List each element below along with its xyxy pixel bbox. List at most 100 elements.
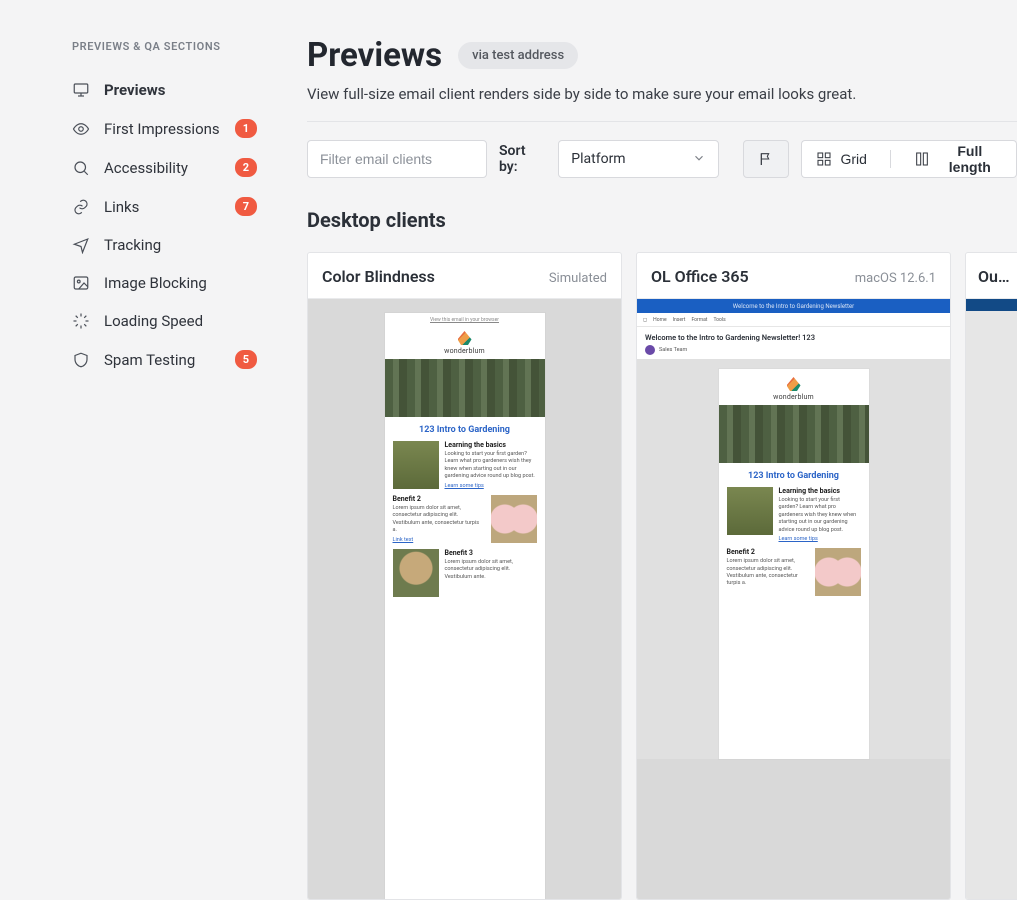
card-preview bbox=[966, 299, 1017, 899]
grid-view-label: Grid bbox=[840, 151, 866, 167]
divider bbox=[307, 121, 1017, 122]
brand-logo-icon bbox=[458, 331, 472, 345]
block-body: Lorem ipsum dolor sit amet, consectetur … bbox=[727, 558, 809, 588]
sidebar-item-label: Loading Speed bbox=[104, 312, 257, 330]
block-heading: Benefit 2 bbox=[393, 495, 485, 503]
grid-view-button[interactable]: Grid bbox=[801, 140, 880, 178]
block-body: Looking to start your first garden? Lear… bbox=[779, 497, 861, 534]
grid-icon bbox=[816, 151, 832, 167]
sidebar-item-image-blocking[interactable]: Image Blocking bbox=[72, 264, 257, 302]
email-headline: 123 Intro to Gardening bbox=[719, 463, 869, 487]
block-heading: Benefit 3 bbox=[445, 549, 537, 557]
sidebar-item-label: Spam Testing bbox=[104, 351, 221, 369]
from-name: Sales Team bbox=[659, 347, 687, 353]
preview-card-outlook-peek[interactable]: Outlo bbox=[965, 252, 1017, 900]
shield-icon bbox=[72, 351, 90, 369]
block-heading: Benefit 2 bbox=[727, 548, 809, 556]
sidebar-item-label: Tracking bbox=[104, 236, 257, 254]
block-link: Learn some tips bbox=[779, 536, 861, 542]
sidebar-item-label: Image Blocking bbox=[104, 274, 257, 292]
card-meta: Simulated bbox=[549, 271, 607, 286]
flag-icon bbox=[758, 151, 774, 167]
card-title: Outlo bbox=[978, 267, 1011, 286]
main-content: Previews via test address View full-size… bbox=[285, 0, 1017, 665]
block-body: Looking to start your first garden? Lear… bbox=[445, 451, 537, 481]
sort-label: Sort by: bbox=[499, 143, 546, 175]
monitor-icon bbox=[72, 81, 90, 99]
status-badge: 1 bbox=[235, 119, 257, 138]
hero-image bbox=[385, 359, 545, 417]
sidebar-heading: PREVIEWS & QA SECTIONS bbox=[72, 40, 257, 53]
sidebar-item-label: Links bbox=[104, 198, 221, 216]
hero-image bbox=[719, 405, 869, 463]
brand-name: wonderblum bbox=[719, 393, 869, 401]
email-render: wonderblum 123 Intro to Gardening Learni… bbox=[719, 369, 869, 759]
full-length-view-button[interactable]: Full length bbox=[900, 140, 1017, 178]
block-image bbox=[393, 549, 439, 597]
card-meta: macOS 12.6.1 bbox=[855, 271, 936, 286]
block-image bbox=[491, 495, 537, 543]
sidebar-item-label: Previews bbox=[104, 81, 257, 99]
preview-card-office-365[interactable]: OL Office 365 macOS 12.6.1 Welcome to th… bbox=[636, 252, 951, 900]
outlook-toolbar: ◻HomeInsertFormatTools bbox=[637, 313, 950, 327]
block-body: Lorem ipsum dolor sit amet, consectetur … bbox=[393, 505, 485, 535]
block-image bbox=[393, 441, 439, 489]
eye-icon bbox=[72, 120, 90, 138]
preview-card-color-blindness[interactable]: Color Blindness Simulated View this emai… bbox=[307, 252, 622, 900]
flag-button[interactable] bbox=[743, 140, 789, 178]
block-heading: Learning the basics bbox=[445, 441, 537, 449]
sidebar-item-first-impressions[interactable]: First Impressions 1 bbox=[72, 109, 257, 148]
brand-logo-icon bbox=[787, 377, 801, 391]
block-heading: Learning the basics bbox=[779, 487, 861, 495]
status-badge: 5 bbox=[235, 350, 257, 369]
sidebar: PREVIEWS & QA SECTIONS Previews First Im… bbox=[0, 0, 285, 665]
block-link: Learn some tips bbox=[445, 483, 537, 489]
preview-cards: Color Blindness Simulated View this emai… bbox=[307, 252, 1017, 900]
page-title: Previews bbox=[307, 36, 442, 75]
sidebar-item-tracking[interactable]: Tracking bbox=[72, 226, 257, 264]
controls-bar: Sort by: Platform Grid bbox=[307, 140, 1017, 178]
block-image bbox=[727, 487, 773, 535]
page-subtitle: View full-size email client renders side… bbox=[307, 85, 1017, 103]
sidebar-item-label: First Impressions bbox=[104, 120, 221, 138]
loader-icon bbox=[72, 312, 90, 330]
source-pill: via test address bbox=[458, 42, 578, 69]
image-icon bbox=[72, 274, 90, 292]
sidebar-item-accessibility[interactable]: Accessibility 2 bbox=[72, 148, 257, 187]
sidebar-item-links[interactable]: Links 7 bbox=[72, 187, 257, 226]
sidebar-item-label: Accessibility bbox=[104, 159, 221, 177]
columns-icon bbox=[914, 151, 930, 167]
preheader-link: View this email in your browser bbox=[385, 313, 545, 323]
title-row: Previews via test address bbox=[307, 36, 1017, 75]
sidebar-item-spam-testing[interactable]: Spam Testing 5 bbox=[72, 340, 257, 379]
full-length-view-label: Full length bbox=[938, 143, 1002, 175]
block-body: Lorem ipsum dolor sit amet, consectetur … bbox=[445, 559, 537, 581]
avatar bbox=[645, 345, 655, 355]
card-preview: View this email in your browser wonderbl… bbox=[308, 299, 621, 899]
navigation-icon bbox=[72, 236, 90, 254]
segment-separator bbox=[881, 140, 900, 178]
sidebar-item-loading-speed[interactable]: Loading Speed bbox=[72, 302, 257, 340]
brand-name: wonderblum bbox=[385, 347, 545, 355]
link-icon bbox=[72, 198, 90, 216]
view-controls: Grid Full length bbox=[743, 140, 1017, 178]
block-link: Link text bbox=[393, 537, 485, 543]
sidebar-item-previews[interactable]: Previews bbox=[72, 71, 257, 109]
sidebar-list: Previews First Impressions 1 Accessibili… bbox=[72, 71, 257, 379]
search-icon bbox=[72, 159, 90, 177]
outlook-header: Welcome to the Intro to Gardening Newsle… bbox=[637, 327, 950, 359]
card-preview: Welcome to the Intro to Gardening Newsle… bbox=[637, 299, 950, 899]
card-title: Color Blindness bbox=[322, 267, 435, 286]
filter-input[interactable] bbox=[307, 140, 487, 178]
sort-value: Platform bbox=[571, 151, 692, 167]
section-title: Desktop clients bbox=[307, 208, 1017, 232]
outlook-ribbon: Welcome to the Intro to Gardening Newsle… bbox=[637, 299, 950, 313]
chevron-down-icon bbox=[692, 150, 706, 169]
status-badge: 2 bbox=[235, 158, 257, 177]
email-render: View this email in your browser wonderbl… bbox=[385, 313, 545, 899]
status-badge: 7 bbox=[235, 197, 257, 216]
block-image bbox=[815, 548, 861, 596]
email-headline: 123 Intro to Gardening bbox=[385, 417, 545, 441]
subject-line: Welcome to the Intro to Gardening Newsle… bbox=[645, 333, 942, 342]
sort-select[interactable]: Platform bbox=[558, 140, 719, 178]
